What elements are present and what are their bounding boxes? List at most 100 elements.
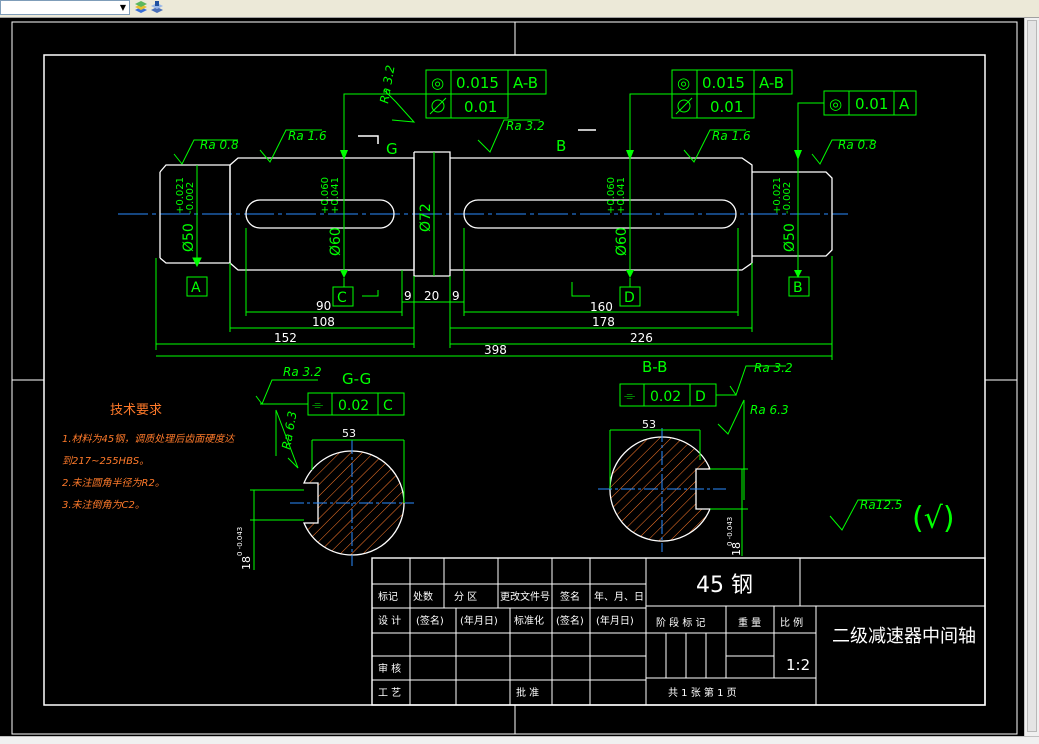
cad-drawing: G B ◎ 0.015 A-B 0.01 ◎ 0.015 A-B 0.01 ◎ …	[11, 21, 1018, 735]
other-roughness-note: (√)	[912, 501, 955, 536]
cylindricity-icon	[429, 97, 447, 115]
horizontal-scrollbar[interactable]	[0, 736, 1039, 744]
toolbar: ▼	[0, 0, 1039, 18]
gg-ra32: Ra 3.2	[283, 365, 322, 379]
fcf-left-ref1: A-B	[513, 74, 538, 92]
tol-60-right-dn: +0.041	[616, 177, 627, 214]
vertical-scrollbar[interactable]	[1024, 18, 1039, 736]
bb-fcf-ref: D	[695, 389, 706, 405]
datum-boxes	[186, 165, 810, 307]
bb-dim-18-tol: 0 -0.043	[726, 517, 734, 546]
horizontal-dimensions	[155, 228, 833, 360]
tb-material: 45 钢	[696, 573, 753, 598]
dim-152: 152	[274, 331, 297, 345]
layer-stack-icon[interactable]	[134, 1, 148, 14]
tb-bzh: 标准化	[514, 614, 544, 627]
fcf-left-value1: 0.015	[456, 74, 499, 92]
section-gg-fcf	[255, 379, 405, 469]
fcf-mid-value1: 0.015	[702, 74, 745, 92]
roughness-ra08-right: Ra 0.8	[838, 138, 877, 152]
fcf-right-symbol: ◎	[829, 95, 842, 113]
chevron-down-icon[interactable]: ▼	[117, 1, 129, 14]
dim-178: 178	[592, 315, 615, 329]
tb-nyr: 年、月、日	[594, 590, 644, 603]
tb-chushu: 处数	[413, 590, 433, 603]
gg-dim-53: 53	[342, 427, 356, 440]
tb-shenhe: 审 核	[378, 662, 401, 675]
tech-req-line3: 2.未注圆角半径为R2。	[62, 477, 165, 489]
tb-pizhun: 批 准	[516, 686, 539, 699]
gg-dim-18-tol: 0 -0.043	[236, 527, 244, 556]
tb-nyr1: (年月日)	[460, 614, 498, 627]
gg-dim-18: 18	[240, 556, 253, 570]
section-b-label: B	[556, 137, 566, 155]
fcf-left-symbol: ◎	[431, 74, 444, 92]
tb-zhongliang: 重 量	[738, 616, 761, 629]
tol-50-right-dn: -0.002	[782, 182, 793, 214]
dim-9-right: 9	[452, 289, 460, 303]
tb-biaoji: 标记	[378, 591, 398, 603]
tb-qm2: (签名)	[556, 614, 584, 627]
fcf-right-ref1: A	[899, 95, 910, 113]
diameter-labels: Ø50 +0.021 -0.002 Ø60 +0.060 +0.041 Ø72 …	[175, 177, 798, 256]
fcf-left	[343, 69, 547, 270]
section-bb-title: B-B	[642, 358, 667, 376]
tech-req-line1: 1.材料为45钢，调质处理后齿面硬度达	[62, 433, 236, 445]
drawing-canvas[interactable]: G B ◎ 0.015 A-B 0.01 ◎ 0.015 A-B 0.01 ◎ …	[0, 18, 1024, 736]
datum-a: A	[191, 280, 201, 296]
fcf-right-value1: 0.01	[855, 95, 888, 113]
bb-ra32: Ra 3.2	[754, 361, 793, 375]
vertical-scrollbar-thumb[interactable]	[1027, 20, 1037, 732]
symmetry-icon: ⌯	[312, 397, 323, 413]
layer-properties-icon[interactable]	[150, 1, 164, 14]
tb-bili: 比 例	[780, 616, 803, 629]
dia-72: Ø72	[418, 203, 434, 232]
tech-req-line4: 3.未注倒角为C2。	[62, 499, 145, 511]
fcf-left-value2: 0.01	[464, 98, 497, 116]
section-gg-title: G-G	[342, 370, 371, 388]
roughness-ra16-right: Ra 1.6	[712, 129, 751, 143]
fcf-mid-value2: 0.01	[710, 98, 743, 116]
dia-60-right: Ø60	[614, 227, 630, 256]
tb-nyr2: (年月日)	[596, 614, 634, 627]
tb-qianming: 签名	[560, 590, 580, 603]
bb-dim-53: 53	[642, 418, 656, 431]
dia-50-left: Ø50	[181, 223, 197, 252]
dim-108: 108	[312, 315, 335, 329]
datum-d: D	[624, 290, 635, 306]
roughness-ra32-mid: Ra 3.2	[506, 119, 545, 133]
datum-b: B	[793, 280, 803, 296]
fcf-mid-ref1: A-B	[759, 74, 784, 92]
tb-gongyi: 工 艺	[378, 687, 401, 699]
symmetry-icon: ⌯	[624, 388, 635, 404]
tb-qm1: (签名)	[416, 614, 444, 627]
tb-fenqu: 分 区	[454, 591, 477, 603]
tb-jieduan: 阶 段 标 记	[656, 616, 706, 629]
roughness-ra125: Ra12.5	[860, 498, 902, 512]
tb-genggai: 更改文件号	[500, 590, 550, 603]
section-gg-shape	[290, 440, 414, 566]
dim-398: 398	[484, 343, 507, 357]
tech-req-title: 技术要求	[110, 403, 162, 418]
dia-50-right: Ø50	[782, 223, 798, 252]
tb-sheji: 设 计	[378, 614, 401, 627]
dim-90: 90	[316, 299, 331, 313]
cylindricity-icon	[675, 97, 693, 115]
gg-fcf-ref: C	[383, 398, 393, 414]
tb-scale: 1:2	[786, 656, 810, 674]
layer-combo[interactable]: ▼	[0, 0, 130, 15]
roughness-ra32-top: Ra 3.2	[377, 64, 397, 104]
dim-9-left: 9	[404, 289, 412, 303]
tech-req-line2: 到217~255HBS。	[62, 455, 149, 467]
fcf-mid-symbol: ◎	[677, 74, 690, 92]
section-g-label: G	[386, 140, 398, 158]
section-bb-shape	[598, 428, 726, 552]
bb-fcf-value: 0.02	[650, 389, 681, 405]
roughness-ra08-left: Ra 0.8	[200, 138, 239, 152]
tech-requirements: 技术要求 1.材料为45钢，调质处理后齿面硬度达 到217~255HBS。 2.…	[62, 403, 236, 511]
dim-226: 226	[630, 331, 653, 345]
dim-20: 20	[424, 289, 439, 303]
datum-c: C	[337, 290, 347, 306]
gg-fcf-value: 0.02	[338, 398, 369, 414]
fcf-right	[797, 90, 917, 270]
